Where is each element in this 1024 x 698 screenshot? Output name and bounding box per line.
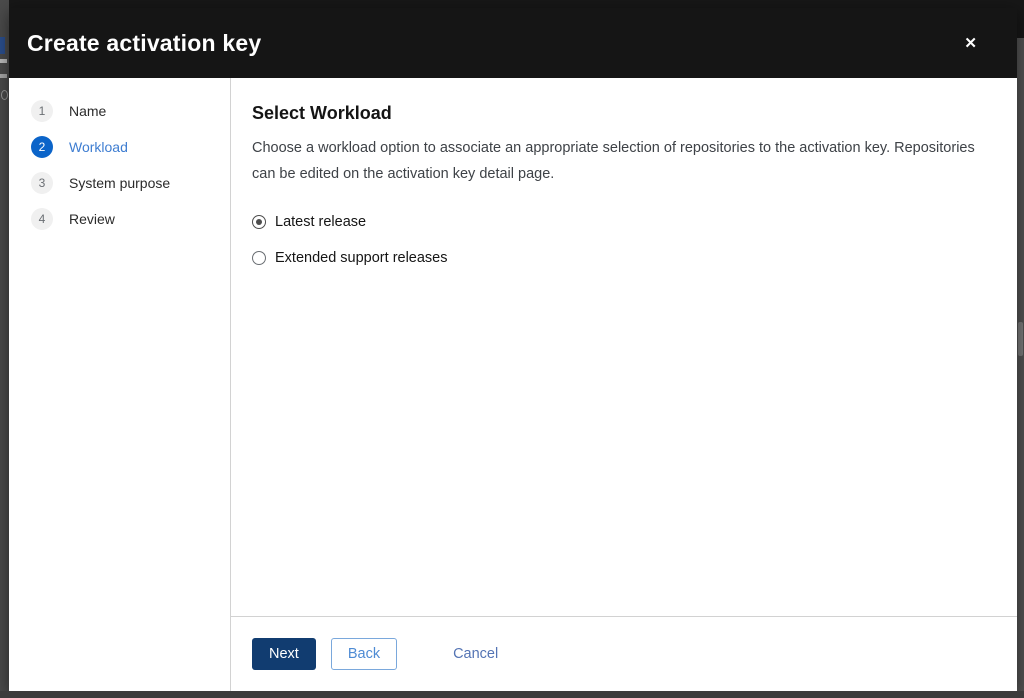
- wizard-step-nav: 1 Name 2 Workload 3 System purpose 4 Rev…: [9, 78, 231, 691]
- radio-extended-support-releases[interactable]: Extended support releases: [252, 250, 987, 266]
- radio-label: Latest release: [275, 214, 366, 230]
- wizard-footer: Next Back Cancel: [231, 616, 1017, 691]
- page-title: Select Workload: [252, 103, 987, 124]
- radio-button-icon[interactable]: [252, 251, 266, 265]
- background-page-bottom: [0, 691, 1024, 698]
- cancel-button[interactable]: Cancel: [453, 639, 498, 669]
- radio-label: Extended support releases: [275, 250, 448, 266]
- wizard-step-review[interactable]: 4 Review: [31, 208, 230, 230]
- step-label: Name: [69, 103, 106, 119]
- close-icon[interactable]: ✕: [958, 30, 983, 57]
- modal-body: 1 Name 2 Workload 3 System purpose 4 Rev…: [9, 78, 1017, 691]
- wizard-step-workload[interactable]: 2 Workload: [31, 136, 230, 158]
- step-label: Workload: [69, 139, 128, 155]
- background-page-fragment: [0, 59, 7, 63]
- background-page-scrollbar: [1017, 38, 1024, 698]
- back-button[interactable]: Back: [331, 638, 397, 670]
- step-number-badge: 1: [31, 100, 53, 122]
- radio-button-icon[interactable]: [252, 215, 266, 229]
- step-label: Review: [69, 211, 115, 227]
- step-description: Choose a workload option to associate an…: [252, 135, 987, 187]
- workload-radio-group: Latest release Extended support releases: [252, 214, 987, 266]
- scrollbar-thumb: [1018, 322, 1023, 356]
- background-page-left-edge: [0, 0, 9, 698]
- step-number-badge: 3: [31, 172, 53, 194]
- background-page-fragment: [0, 74, 7, 78]
- modal-title: Create activation key: [27, 30, 261, 57]
- modal-header: Create activation key ✕: [9, 8, 1017, 78]
- background-page-fragment: [0, 37, 5, 54]
- step-number-badge: 2: [31, 136, 53, 158]
- create-activation-key-modal: Create activation key ✕ 1 Name 2 Workloa…: [9, 8, 1017, 691]
- workload-step-content: Select Workload Choose a workload option…: [231, 78, 1017, 616]
- wizard-main-pane: Select Workload Choose a workload option…: [231, 78, 1017, 691]
- background-page-fragment: [1, 90, 8, 100]
- step-number-badge: 4: [31, 208, 53, 230]
- wizard-step-name[interactable]: 1 Name: [31, 100, 230, 122]
- next-button[interactable]: Next: [252, 638, 316, 670]
- wizard-step-system-purpose[interactable]: 3 System purpose: [31, 172, 230, 194]
- radio-latest-release[interactable]: Latest release: [252, 214, 987, 230]
- step-label: System purpose: [69, 175, 170, 191]
